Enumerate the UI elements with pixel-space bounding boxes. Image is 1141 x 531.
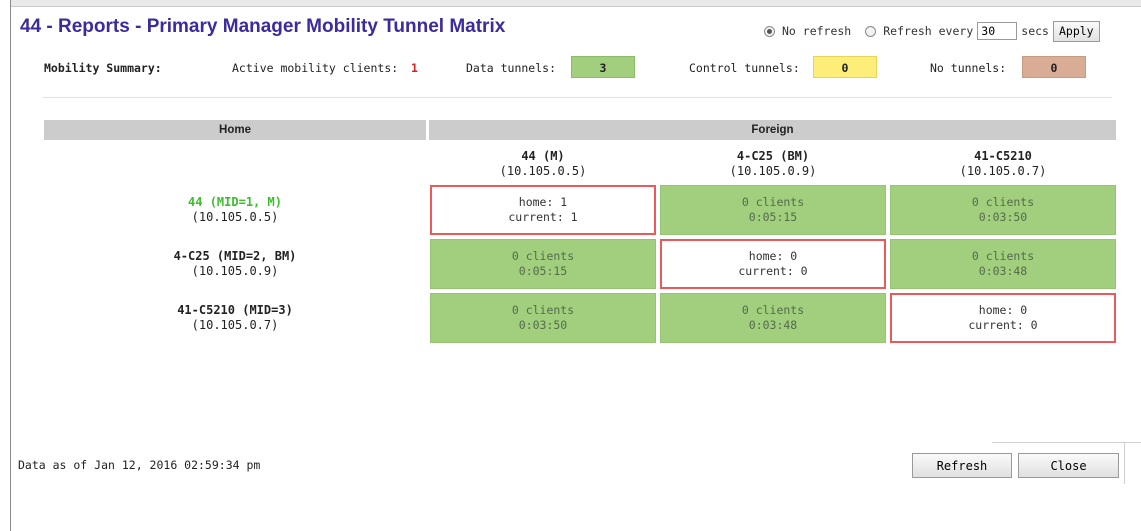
no-refresh-label: No refresh [782, 24, 852, 38]
no-refresh-radio[interactable] [764, 25, 775, 37]
column-ip: (10.105.0.5) [499, 164, 587, 178]
refresh-button[interactable]: Refresh [912, 453, 1012, 478]
window-top-border [0, 0, 1141, 7]
secs-label: secs [1021, 24, 1049, 38]
row-header: 4-C25 (MID=2, BM) (10.105.0.9) [44, 249, 426, 279]
data-tunnels-badge: 3 [571, 56, 635, 78]
cell-line-2: current: 1 [508, 210, 578, 224]
column-ip: (10.105.0.7) [959, 164, 1047, 178]
matrix-cell: home: 0 current: 0 [890, 293, 1116, 343]
cell-line-1: 0 clients [971, 195, 1035, 209]
cell-line-2: 0:05:15 [748, 210, 798, 224]
cell-line-1: 0 clients [511, 303, 575, 317]
cell-line-2: 0:03:50 [518, 318, 568, 332]
column-ip: (10.105.0.9) [729, 164, 817, 178]
row-header: 44 (MID=1, M) (10.105.0.5) [44, 195, 426, 225]
cell-line-2: 0:03:48 [748, 318, 798, 332]
row-name: 41-C5210 (MID=3) [177, 303, 293, 317]
matrix-cell: 0 clients 0:03:50 [890, 185, 1116, 235]
column-header: 4-C25 (BM) (10.105.0.9) [660, 149, 886, 179]
cell-line-1: home: 1 [518, 195, 568, 209]
column-name: 4-C25 (BM) [736, 149, 810, 163]
cell-line-1: 0 clients [511, 249, 575, 263]
refresh-interval-input[interactable] [977, 22, 1018, 40]
row-name: 44 (MID=1, M) [188, 195, 282, 209]
row-name: 4-C25 (MID=2, BM) [173, 249, 297, 263]
matrix-cell: 0 clients 0:03:48 [890, 239, 1116, 289]
divider [42, 97, 1112, 98]
matrix-cell: 0 clients 0:05:15 [430, 239, 656, 289]
foreign-header: Foreign [429, 120, 1116, 140]
active-clients-label: Active mobility clients: [232, 61, 399, 75]
mobility-summary: Mobility Summary: Active mobility client… [0, 56, 1141, 80]
active-clients-value: 1 [411, 61, 418, 75]
data-timestamp: Data as of Jan 12, 2016 02:59:34 pm [18, 458, 261, 472]
matrix-cell: 0 clients 0:05:15 [660, 185, 886, 235]
refresh-every-label: Refresh every [883, 24, 974, 38]
home-header: Home [44, 120, 426, 140]
row-header: 41-C5210 (MID=3) (10.105.0.7) [44, 303, 426, 333]
cell-line-1: home: 0 [978, 303, 1028, 317]
column-name: 44 (M) [521, 149, 565, 163]
matrix-cell: 0 clients 0:03:48 [660, 293, 886, 343]
close-button[interactable]: Close [1018, 453, 1119, 478]
row-ip: (10.105.0.7) [191, 318, 279, 332]
no-tunnels-label: No tunnels: [930, 61, 1007, 75]
data-tunnels-label: Data tunnels: [466, 61, 557, 75]
row-ip: (10.105.0.9) [191, 264, 279, 278]
column-header: 41-C5210 (10.105.0.7) [890, 149, 1116, 179]
row-ip: (10.105.0.5) [191, 210, 279, 224]
control-tunnels-label: Control tunnels: [689, 61, 800, 75]
matrix-cell: home: 1 current: 1 [430, 185, 656, 235]
footer-divider [992, 442, 1141, 443]
column-header: 44 (M) (10.105.0.5) [430, 149, 656, 179]
apply-button[interactable]: Apply [1052, 20, 1100, 42]
no-tunnels-badge: 0 [1022, 56, 1086, 78]
cell-line-2: 0:03:50 [978, 210, 1028, 224]
cell-line-2: 0:03:48 [978, 264, 1028, 278]
cell-line-1: 0 clients [741, 303, 805, 317]
cell-line-2: 0:05:15 [518, 264, 568, 278]
cell-line-2: current: 0 [738, 264, 808, 278]
matrix-cell: 0 clients 0:03:50 [430, 293, 656, 343]
refresh-controls: No refresh Refresh every secs Apply [764, 19, 1100, 43]
cell-line-1: 0 clients [741, 195, 805, 209]
control-tunnels-badge: 0 [813, 56, 877, 78]
matrix-cell: home: 0 current: 0 [660, 239, 886, 289]
footer-divider-vertical [1124, 442, 1125, 484]
cell-line-1: 0 clients [971, 249, 1035, 263]
cell-line-2: current: 0 [968, 318, 1038, 332]
cell-line-1: home: 0 [748, 249, 798, 263]
column-name: 41-C5210 [974, 149, 1032, 163]
page-title: 44 - Reports - Primary Manager Mobility … [20, 16, 506, 37]
refresh-every-radio[interactable] [865, 25, 877, 37]
summary-label: Mobility Summary: [44, 61, 162, 75]
